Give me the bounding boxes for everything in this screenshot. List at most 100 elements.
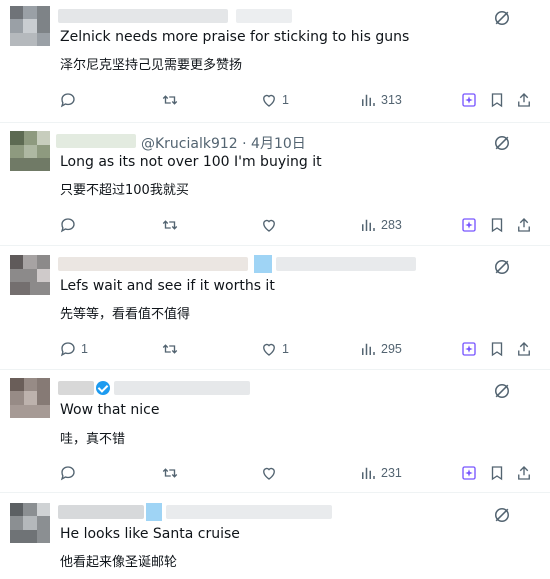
blurred-display-name: [58, 381, 94, 395]
retweet-button[interactable]: [161, 463, 183, 483]
retweet-icon: [162, 468, 178, 478]
tweet-2[interactable]: @Krucialk912 · 4月10日 Long as its not ove…: [0, 122, 550, 246]
views-icon: [362, 94, 375, 106]
retweet-button[interactable]: [161, 90, 183, 110]
bookmark-button[interactable]: [488, 339, 506, 359]
like-button[interactable]: 1: [260, 90, 289, 110]
views-button[interactable]: 231: [359, 463, 402, 483]
like-count: 1: [282, 93, 289, 107]
grok-icon[interactable]: [492, 8, 512, 28]
retweet-button[interactable]: [161, 339, 183, 359]
bookmark-icon: [491, 466, 503, 481]
grok-explain-button[interactable]: [460, 90, 478, 110]
like-button[interactable]: [260, 463, 282, 483]
tweet-1[interactable]: Zelnick needs more praise for sticking t…: [0, 0, 550, 122]
reply-count: 1: [81, 342, 88, 356]
avatar[interactable]: [10, 503, 50, 543]
retweet-icon: [162, 95, 178, 105]
like-icon: [263, 94, 275, 107]
like-button[interactable]: [260, 215, 282, 235]
avatar[interactable]: [10, 378, 50, 418]
grok-icon[interactable]: [492, 133, 512, 153]
bookmark-button[interactable]: [488, 463, 506, 483]
views-icon: [362, 343, 375, 355]
views-icon: [362, 219, 375, 231]
tweet-5[interactable]: He looks like Santa cruise 他看起来像圣诞邮轮: [0, 492, 550, 579]
blurred-display-name: [58, 9, 228, 23]
share-button[interactable]: [515, 463, 533, 483]
like-icon: [263, 219, 275, 232]
like-icon: [263, 343, 275, 356]
retweet-icon: [162, 220, 178, 230]
tweet-text-en: He looks like Santa cruise: [60, 526, 240, 542]
blurred-display-name: [56, 134, 136, 148]
grok-explain-button[interactable]: [460, 339, 478, 359]
share-button[interactable]: [515, 215, 533, 235]
share-icon: [518, 466, 530, 480]
retweet-button[interactable]: [161, 215, 183, 235]
verified-badge: [96, 381, 110, 395]
share-button[interactable]: [515, 90, 533, 110]
views-count: 283: [381, 218, 402, 232]
tweet-text-en: Wow that nice: [60, 402, 160, 418]
blurred-badge: [254, 255, 272, 273]
grok-icon[interactable]: [492, 505, 512, 525]
grok-explain-button[interactable]: [460, 215, 478, 235]
bookmark-button[interactable]: [488, 215, 506, 235]
tweet-text-en: Lefs wait and see if it worths it: [60, 278, 275, 294]
tweet-text-zh: 哇，真不错: [60, 432, 126, 447]
reply-icon: [60, 342, 75, 357]
grok-icon[interactable]: [492, 257, 512, 277]
tweet-text-zh: 他看起来像圣诞邮轮: [60, 555, 178, 570]
views-count: 295: [381, 342, 402, 356]
blurred-display-name: [58, 505, 144, 519]
like-icon: [263, 467, 275, 480]
tweet-text-zh: 泽尔尼克坚持己见需要更多赞扬: [60, 58, 243, 73]
bookmark-icon: [491, 342, 503, 357]
tweet-text-en: Long as its not over 100 I'm buying it: [60, 154, 322, 170]
reply-button[interactable]: [59, 90, 81, 110]
share-icon: [518, 342, 530, 356]
avatar[interactable]: [10, 131, 50, 171]
blurred-handle: [166, 505, 332, 519]
tweet-text-zh: 只要不超过100我就买: [60, 183, 189, 198]
grok-explain-button[interactable]: [460, 463, 478, 483]
avatar[interactable]: [10, 255, 50, 295]
like-button[interactable]: 1: [260, 339, 289, 359]
bookmark-button[interactable]: [488, 90, 506, 110]
tweet-text-en: Zelnick needs more praise for sticking t…: [60, 29, 410, 45]
blurred-handle: [114, 381, 250, 395]
views-count: 313: [381, 93, 402, 107]
retweet-icon: [162, 344, 178, 354]
grok-explain-icon: [462, 342, 476, 356]
tweet-4[interactable]: Wow that nice 哇，真不错 231: [0, 369, 550, 493]
reply-button[interactable]: [59, 463, 81, 483]
views-icon: [362, 467, 375, 479]
tweet-text-zh: 先等等，看看值不值得: [60, 307, 191, 322]
share-icon: [518, 93, 530, 107]
grok-explain-icon: [462, 218, 476, 232]
views-button[interactable]: 295: [359, 339, 402, 359]
blurred-handle: [236, 9, 292, 23]
blurred-display-name: [58, 257, 248, 271]
reply-button[interactable]: 1: [59, 339, 88, 359]
blurred-badge: [146, 503, 162, 521]
bookmark-icon: [491, 218, 503, 233]
share-button[interactable]: [515, 339, 533, 359]
views-button[interactable]: 283: [359, 215, 402, 235]
reply-button[interactable]: [59, 215, 81, 235]
share-icon: [518, 218, 530, 232]
avatar[interactable]: [10, 6, 50, 46]
tweet-3[interactable]: Lefs wait and see if it worths it 先等等，看看…: [0, 245, 550, 370]
views-count: 231: [381, 466, 402, 480]
blurred-handle: [276, 257, 416, 271]
views-button[interactable]: 313: [359, 90, 402, 110]
tweet-handle-date: @Krucialk912 · 4月10日: [141, 136, 306, 152]
bookmark-icon: [491, 93, 503, 108]
grok-explain-icon: [462, 466, 476, 480]
like-count: 1: [282, 342, 289, 356]
reply-icon: [60, 93, 75, 108]
grok-explain-icon: [462, 93, 476, 107]
reply-icon: [60, 218, 75, 233]
grok-icon[interactable]: [492, 381, 512, 401]
